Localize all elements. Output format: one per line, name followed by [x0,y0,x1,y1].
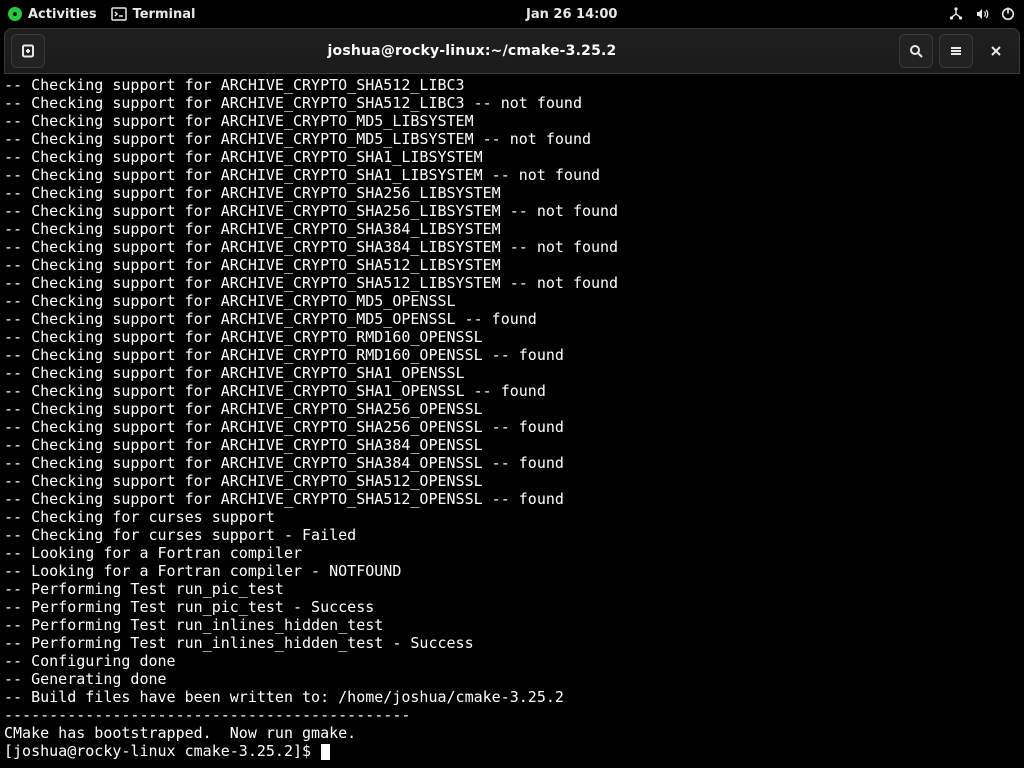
clock[interactable]: Jan 26 14:00 [526,7,617,22]
terminal-line: -- Checking for curses support - Failed [4,526,1020,544]
window-title: joshua@rocky-linux:~/cmake-3.25.2 [45,43,899,59]
app-menu[interactable]: Terminal [111,6,196,22]
terminal-line: CMake has bootstrapped. Now run gmake. [4,724,1020,742]
terminal-line: -- Checking support for ARCHIVE_CRYPTO_S… [4,382,1020,400]
terminal-line: -- Checking support for ARCHIVE_CRYPTO_S… [4,220,1020,238]
terminal-line: -- Checking support for ARCHIVE_CRYPTO_S… [4,274,1020,292]
search-button[interactable] [899,34,933,68]
terminal-line: -- Configuring done [4,652,1020,670]
volume-icon[interactable] [974,6,990,22]
terminal-line: -- Checking support for ARCHIVE_CRYPTO_S… [4,364,1020,382]
terminal-line: -- Checking support for ARCHIVE_CRYPTO_S… [4,400,1020,418]
power-icon[interactable] [1000,6,1016,22]
terminal-line: -- Checking support for ARCHIVE_CRYPTO_S… [4,418,1020,436]
terminal-line: -- Checking support for ARCHIVE_CRYPTO_S… [4,76,1020,94]
terminal-line: -- Checking support for ARCHIVE_CRYPTO_S… [4,184,1020,202]
terminal-line: -- Generating done [4,670,1020,688]
terminal-line: -- Checking support for ARCHIVE_CRYPTO_S… [4,256,1020,274]
terminal-line: -- Checking support for ARCHIVE_CRYPTO_S… [4,148,1020,166]
terminal-line: -- Checking support for ARCHIVE_CRYPTO_M… [4,310,1020,328]
terminal-line: -- Checking support for ARCHIVE_CRYPTO_R… [4,328,1020,346]
terminal-line: -- Checking support for ARCHIVE_CRYPTO_M… [4,112,1020,130]
terminal-output[interactable]: -- Checking support for ARCHIVE_CRYPTO_S… [4,74,1020,768]
terminal-line: -- Checking support for ARCHIVE_CRYPTO_S… [4,436,1020,454]
terminal-line: -- Checking support for ARCHIVE_CRYPTO_S… [4,454,1020,472]
app-menu-label: Terminal [133,7,196,22]
clock-label: Jan 26 14:00 [526,7,617,22]
activities-icon [8,7,22,21]
terminal-line: -- Performing Test run_pic_test - Succes… [4,598,1020,616]
terminal-line: -- Performing Test run_inlines_hidden_te… [4,616,1020,634]
window-titlebar: joshua@rocky-linux:~/cmake-3.25.2 [4,28,1020,74]
cursor [321,744,330,760]
menu-button[interactable] [939,34,973,68]
terminal-line: -- Checking support for ARCHIVE_CRYPTO_S… [4,490,1020,508]
terminal-line: -- Checking for curses support [4,508,1020,526]
terminal-app-icon [111,6,127,22]
terminal-line: -- Checking support for ARCHIVE_CRYPTO_S… [4,202,1020,220]
terminal-line: -- Checking support for ARCHIVE_CRYPTO_M… [4,292,1020,310]
network-icon[interactable] [948,6,964,22]
terminal-line: -- Checking support for ARCHIVE_CRYPTO_S… [4,166,1020,184]
terminal-line: -- Looking for a Fortran compiler - NOTF… [4,562,1020,580]
terminal-line: -- Checking support for ARCHIVE_CRYPTO_M… [4,130,1020,148]
activities-button[interactable]: Activities [8,7,97,22]
terminal-line: -- Checking support for ARCHIVE_CRYPTO_S… [4,472,1020,490]
activities-label: Activities [28,7,97,22]
prompt-line[interactable]: [joshua@rocky-linux cmake-3.25.2]$ [4,742,1020,760]
close-button[interactable] [979,34,1013,68]
terminal-line: -- Checking support for ARCHIVE_CRYPTO_S… [4,238,1020,256]
new-tab-button[interactable] [11,34,45,68]
terminal-line: -- Build files have been written to: /ho… [4,688,1020,706]
terminal-line: -- Performing Test run_pic_test [4,580,1020,598]
terminal-line: -- Checking support for ARCHIVE_CRYPTO_S… [4,94,1020,112]
terminal-line: -- Performing Test run_inlines_hidden_te… [4,634,1020,652]
gnome-topbar: Activities Terminal Jan 26 14:00 [0,0,1024,28]
terminal-line: -- Checking support for ARCHIVE_CRYPTO_R… [4,346,1020,364]
terminal-line: -- Looking for a Fortran compiler [4,544,1020,562]
terminal-line: ----------------------------------------… [4,706,1020,724]
